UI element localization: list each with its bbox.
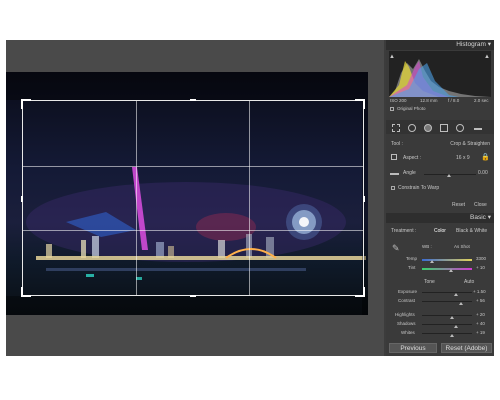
wb-label: WB : (422, 244, 432, 249)
treatment-bw-option[interactable]: Black & White (456, 228, 487, 234)
temp-label: Temp (406, 256, 418, 261)
clipping-warning-right-icon[interactable]: ▲ (484, 54, 490, 60)
original-photo-label: Original Photo (397, 106, 426, 111)
contrast-label: Contrast (398, 298, 416, 303)
histogram-graph: ▲ ▲ (389, 51, 491, 97)
highlights-value: + 20 (476, 312, 485, 317)
treatment-color-option[interactable]: Color (434, 228, 446, 234)
aspect-label: Aspect : (403, 155, 422, 161)
original-photo-checkbox[interactable] (390, 107, 394, 111)
exposure-slider-track[interactable] (422, 292, 472, 293)
auto-button[interactable]: Auto (464, 279, 474, 285)
tool-value: Crop & Straighten (450, 141, 490, 147)
highlights-slider-track[interactable] (422, 315, 472, 316)
graduated-filter-icon[interactable] (440, 124, 448, 132)
crop-reset-button[interactable]: Reset (452, 202, 465, 208)
wb-select[interactable]: As Shot (454, 244, 470, 249)
shutter-value: 2.0 sec (474, 98, 489, 103)
crop-handle-top-right[interactable] (355, 99, 365, 109)
crop-grid-line (136, 101, 138, 295)
crop-close-button[interactable]: Close (474, 202, 487, 208)
iso-value: ISO 200 (390, 98, 407, 103)
tint-slider-track[interactable] (422, 268, 472, 270)
shadows-value: + 40 (476, 321, 485, 326)
image-canvas (6, 40, 384, 356)
adjustment-brush-icon[interactable] (474, 128, 482, 130)
angle-slider-knob[interactable] (447, 174, 451, 177)
whites-slider-track[interactable] (422, 333, 472, 334)
histogram-title: Histogram (456, 41, 486, 48)
exposure-slider-knob[interactable] (454, 293, 458, 296)
shadows-slider-track[interactable] (422, 324, 472, 325)
crop-tool-icon[interactable] (392, 124, 400, 132)
straighten-level-icon[interactable] (390, 173, 399, 175)
temp-value: 3300 (476, 256, 487, 261)
crop-shade-bottom (6, 296, 368, 315)
tone-label: Tone (424, 279, 435, 285)
aspect-select[interactable]: 16 x 9 (456, 155, 470, 161)
histogram-curve (389, 59, 491, 97)
develop-right-panel: Histogram ▾ ▲ ▲ ISO 200 12.8 mm f / 8.0 … (386, 40, 494, 356)
tint-label: Tint (408, 265, 416, 270)
highlights-label: Highlights (395, 312, 415, 317)
crop-grid-line (23, 165, 363, 167)
highlights-slider-knob[interactable] (450, 316, 454, 319)
reset-adobe-button[interactable]: Reset (Adobe) (441, 343, 492, 353)
focal-length-value: 12.8 mm (420, 98, 438, 103)
angle-value: 0.00 (478, 170, 488, 176)
whites-slider-knob[interactable] (450, 334, 454, 337)
crop-overlay[interactable] (21, 99, 365, 297)
crop-handle-bottom-right[interactable] (355, 287, 365, 297)
crop-handle-top-left[interactable] (21, 99, 31, 109)
histogram-header[interactable]: Histogram ▾ (386, 40, 494, 50)
temp-slider-knob[interactable] (430, 260, 434, 263)
crop-shade-top (6, 72, 368, 100)
crop-handle-top[interactable] (189, 99, 196, 101)
tool-label: Tool : (391, 141, 403, 147)
triangle-down-icon: ▾ (487, 214, 491, 221)
crop-handle-right[interactable] (363, 196, 365, 203)
spot-removal-icon[interactable] (408, 124, 416, 132)
shadows-slider-knob[interactable] (454, 325, 458, 328)
whites-label: Whites (401, 330, 415, 335)
crop-handle-bottom-left[interactable] (21, 287, 31, 297)
contrast-slider-track[interactable] (422, 301, 472, 302)
crop-handle-left[interactable] (21, 196, 23, 203)
triangle-down-icon: ▾ (487, 41, 491, 48)
exposure-value: + 1.50 (473, 289, 486, 294)
whites-value: + 19 (476, 330, 485, 335)
clipping-warning-left-icon[interactable]: ▲ (389, 54, 395, 60)
aperture-value: f / 8.0 (448, 98, 460, 103)
basic-title: Basic (470, 214, 486, 221)
crop-grid-line (249, 101, 251, 295)
constrain-label: Constrain To Warp (398, 185, 440, 191)
basic-header[interactable]: Basic ▾ (386, 213, 494, 223)
photo (6, 72, 368, 315)
angle-label: Angle (403, 170, 416, 176)
previous-button[interactable]: Previous (389, 343, 437, 353)
crop-grid-line (23, 230, 363, 232)
contrast-slider-knob[interactable] (459, 302, 463, 305)
contrast-value: + 56 (476, 298, 485, 303)
eyedropper-icon[interactable]: ✎ (392, 243, 400, 254)
exposure-label: Exposure (398, 289, 418, 294)
constrain-checkbox[interactable] (391, 186, 395, 190)
shadows-label: Shadows (397, 321, 416, 326)
aspect-crop-icon[interactable] (391, 154, 397, 160)
crop-handle-bottom[interactable] (189, 295, 196, 297)
tint-value: + 10 (476, 265, 485, 270)
treatment-label: Treatment : (391, 228, 417, 234)
tint-slider-knob[interactable] (449, 269, 453, 272)
radial-filter-icon[interactable] (456, 124, 464, 132)
red-eye-icon[interactable] (424, 124, 432, 132)
lock-icon[interactable]: 🔒 (481, 153, 490, 161)
